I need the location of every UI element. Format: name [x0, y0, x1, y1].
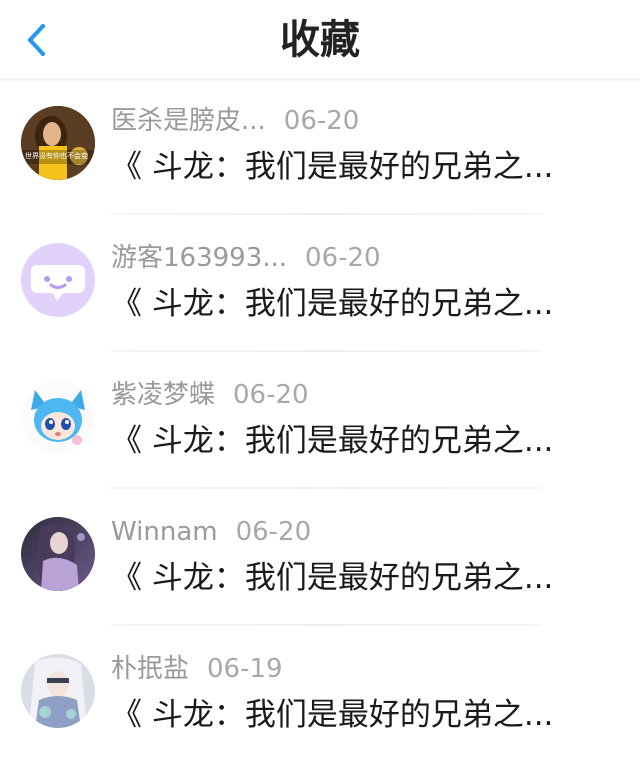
avatar[interactable]: 世界没有你也不会变: [21, 106, 95, 180]
avatar[interactable]: [21, 380, 95, 454]
avatar-caption: 世界没有你也不会变: [25, 151, 88, 160]
favorites-list: 世界没有你也不会变 医杀是膀皮... 06-20 《 斗龙：我们是最好的兄弟之..…: [0, 78, 640, 763]
date-label: 06-20: [305, 243, 381, 273]
date-label: 06-20: [283, 106, 360, 136]
avatar[interactable]: [21, 654, 95, 728]
story-title[interactable]: 《 斗龙：我们是最好的兄弟之...: [111, 283, 591, 325]
page-title: 收藏: [280, 17, 360, 63]
story-title[interactable]: 《 斗龙：我们是最好的兄弟之...: [111, 557, 591, 599]
story-title[interactable]: 《 斗龙：我们是最好的兄弟之...: [111, 420, 591, 462]
user-name[interactable]: 医杀是膀皮...: [111, 104, 266, 138]
list-item[interactable]: 游客163993... 06-20 《 斗龙：我们是最好的兄弟之...: [0, 215, 640, 352]
list-item[interactable]: 世界没有你也不会变 医杀是膀皮... 06-20 《 斗龙：我们是最好的兄弟之..…: [0, 78, 640, 215]
user-name[interactable]: 朴抿盐: [111, 652, 189, 686]
avatar[interactable]: [21, 517, 95, 591]
list-item[interactable]: 朴抿盐 06-19 《 斗龙：我们是最好的兄弟之...: [0, 626, 640, 763]
story-title[interactable]: 《 斗龙：我们是最好的兄弟之...: [111, 694, 591, 736]
avatar[interactable]: [21, 243, 95, 317]
user-name[interactable]: 游客163993...: [111, 241, 287, 275]
date-label: 06-20: [233, 380, 309, 410]
story-title[interactable]: 《 斗龙：我们是最好的兄弟之...: [111, 146, 591, 188]
list-item[interactable]: 紫凌梦蝶 06-20 《 斗龙：我们是最好的兄弟之...: [0, 352, 640, 489]
list-item[interactable]: Winnam 06-20 《 斗龙：我们是最好的兄弟之...: [0, 489, 640, 626]
date-label: 06-20: [235, 517, 312, 547]
date-label: 06-19: [207, 654, 283, 684]
user-name[interactable]: 紫凌梦蝶: [111, 378, 215, 412]
top-bar: 收藏: [0, 0, 640, 79]
user-name[interactable]: Winnam: [111, 515, 218, 549]
